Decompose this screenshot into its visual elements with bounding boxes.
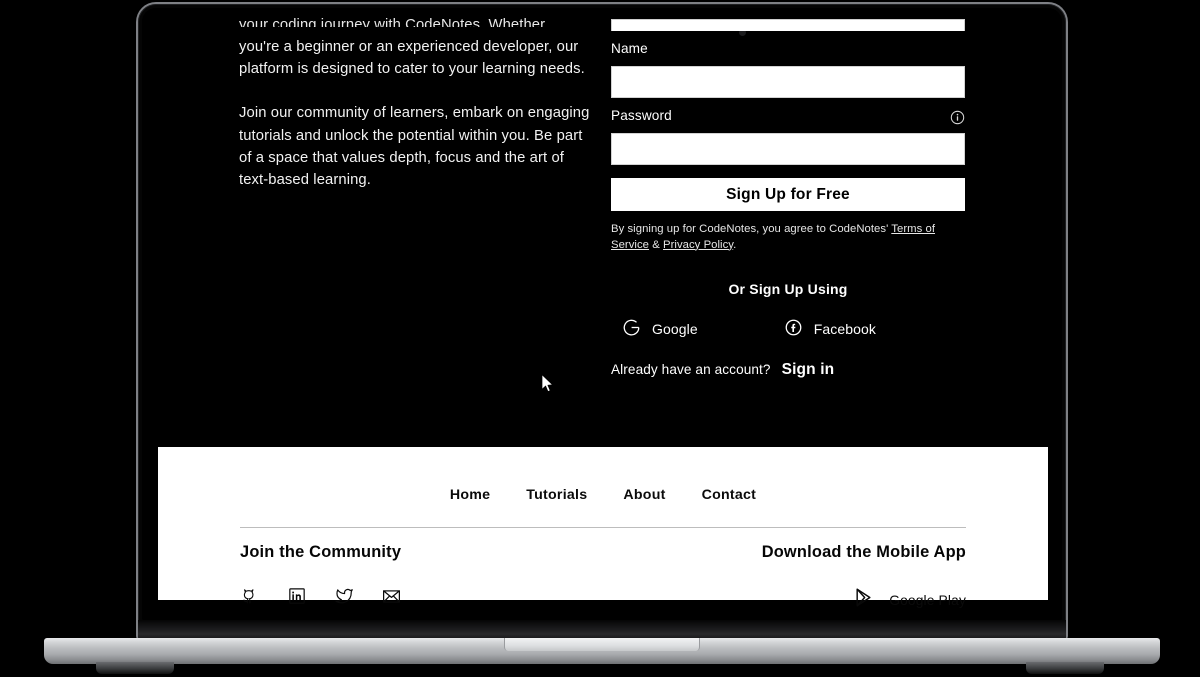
or-sign-up-using-label: Or Sign Up Using <box>728 281 848 297</box>
community-social-icons <box>240 585 402 612</box>
github-icon[interactable] <box>240 586 261 612</box>
laptop-bottom-bezel <box>138 620 1066 640</box>
facebook-icon <box>784 318 803 340</box>
privacy-policy-link[interactable]: Privacy Policy <box>663 239 733 251</box>
terms-conjunction-text: & <box>649 238 663 251</box>
footer-bottom: Join the Community Download the Mobile A… <box>240 543 966 614</box>
name-field-block: Name <box>611 41 965 98</box>
name-input[interactable] <box>611 66 965 98</box>
terms-disclaimer: By signing up for CodeNotes, you agree t… <box>611 222 965 253</box>
terms-suffix-text: . <box>733 238 737 251</box>
laptop-screen: your coding journey with CodeNotes. Whet… <box>142 8 1062 620</box>
footer-divider <box>240 527 966 528</box>
info-circle-icon[interactable] <box>950 110 965 125</box>
hero-copy: your coding journey with CodeNotes. Whet… <box>239 14 597 191</box>
sign-up-for-free-button[interactable]: Sign Up for Free <box>611 178 965 211</box>
email-icon[interactable] <box>381 586 402 612</box>
hero-paragraph-1: you're a beginner or an experienced deve… <box>239 39 585 78</box>
footer-link-contact[interactable]: Contact <box>702 487 757 503</box>
footer-link-tutorials[interactable]: Tutorials <box>526 487 587 503</box>
download-the-mobile-app-heading: Download the Mobile App <box>761 543 966 561</box>
twitter-icon[interactable] <box>333 585 355 612</box>
password-input[interactable] <box>611 133 965 165</box>
laptop-base-notch <box>504 638 700 651</box>
hero-paragraph-clipped: your coding journey with CodeNotes. Whet… <box>239 17 546 27</box>
sign-in-row: Already have an account? Sign in <box>611 361 965 379</box>
google-play-button[interactable]: Google Play <box>762 586 966 614</box>
terms-prefix-text: By signing up for CodeNotes, you agree t… <box>611 223 892 235</box>
social-signup-row: Google Facebook <box>611 318 965 340</box>
google-signup-label: Google <box>652 321 698 337</box>
google-play-icon <box>852 586 875 614</box>
password-label-row: Password <box>611 108 965 124</box>
join-the-community-heading: Join the Community <box>240 543 402 561</box>
webpage-viewport: your coding journey with CodeNotes. Whet… <box>142 8 1062 620</box>
community-column: Join the Community <box>240 543 402 612</box>
footer-link-home[interactable]: Home <box>450 487 490 503</box>
site-footer: Home Tutorials About Contact Join the Co… <box>158 447 1048 608</box>
footer-navigation: Home Tutorials About Contact <box>158 447 1048 503</box>
password-field-block: Password <box>611 108 965 165</box>
footer-link-about[interactable]: About <box>623 487 665 503</box>
download-column: Download the Mobile App Google Play <box>762 543 966 614</box>
google-signup-button[interactable]: Google <box>622 318 698 340</box>
hero-paragraph-2: Join our community of learners, embark o… <box>239 105 590 189</box>
signup-form: Name Password Sign Up for Free By signin… <box>611 8 965 379</box>
linkedin-icon[interactable] <box>287 586 307 611</box>
google-play-label: Google Play <box>889 592 966 608</box>
name-label: Name <box>611 41 648 56</box>
facebook-signup-label: Facebook <box>813 321 877 337</box>
google-icon <box>622 318 641 340</box>
sign-in-link[interactable]: Sign in <box>782 361 835 379</box>
email-field-clipped[interactable] <box>611 19 965 31</box>
screenshot-stage: your coding journey with CodeNotes. Whet… <box>0 0 1200 677</box>
already-have-account-label: Already have an account? <box>611 362 771 377</box>
laptop-foot-right <box>1026 662 1104 674</box>
facebook-signup-button[interactable]: Facebook <box>784 318 876 340</box>
password-label: Password <box>611 108 672 123</box>
laptop-foot-left <box>96 662 174 674</box>
hero-section: your coding journey with CodeNotes. Whet… <box>142 8 1062 440</box>
